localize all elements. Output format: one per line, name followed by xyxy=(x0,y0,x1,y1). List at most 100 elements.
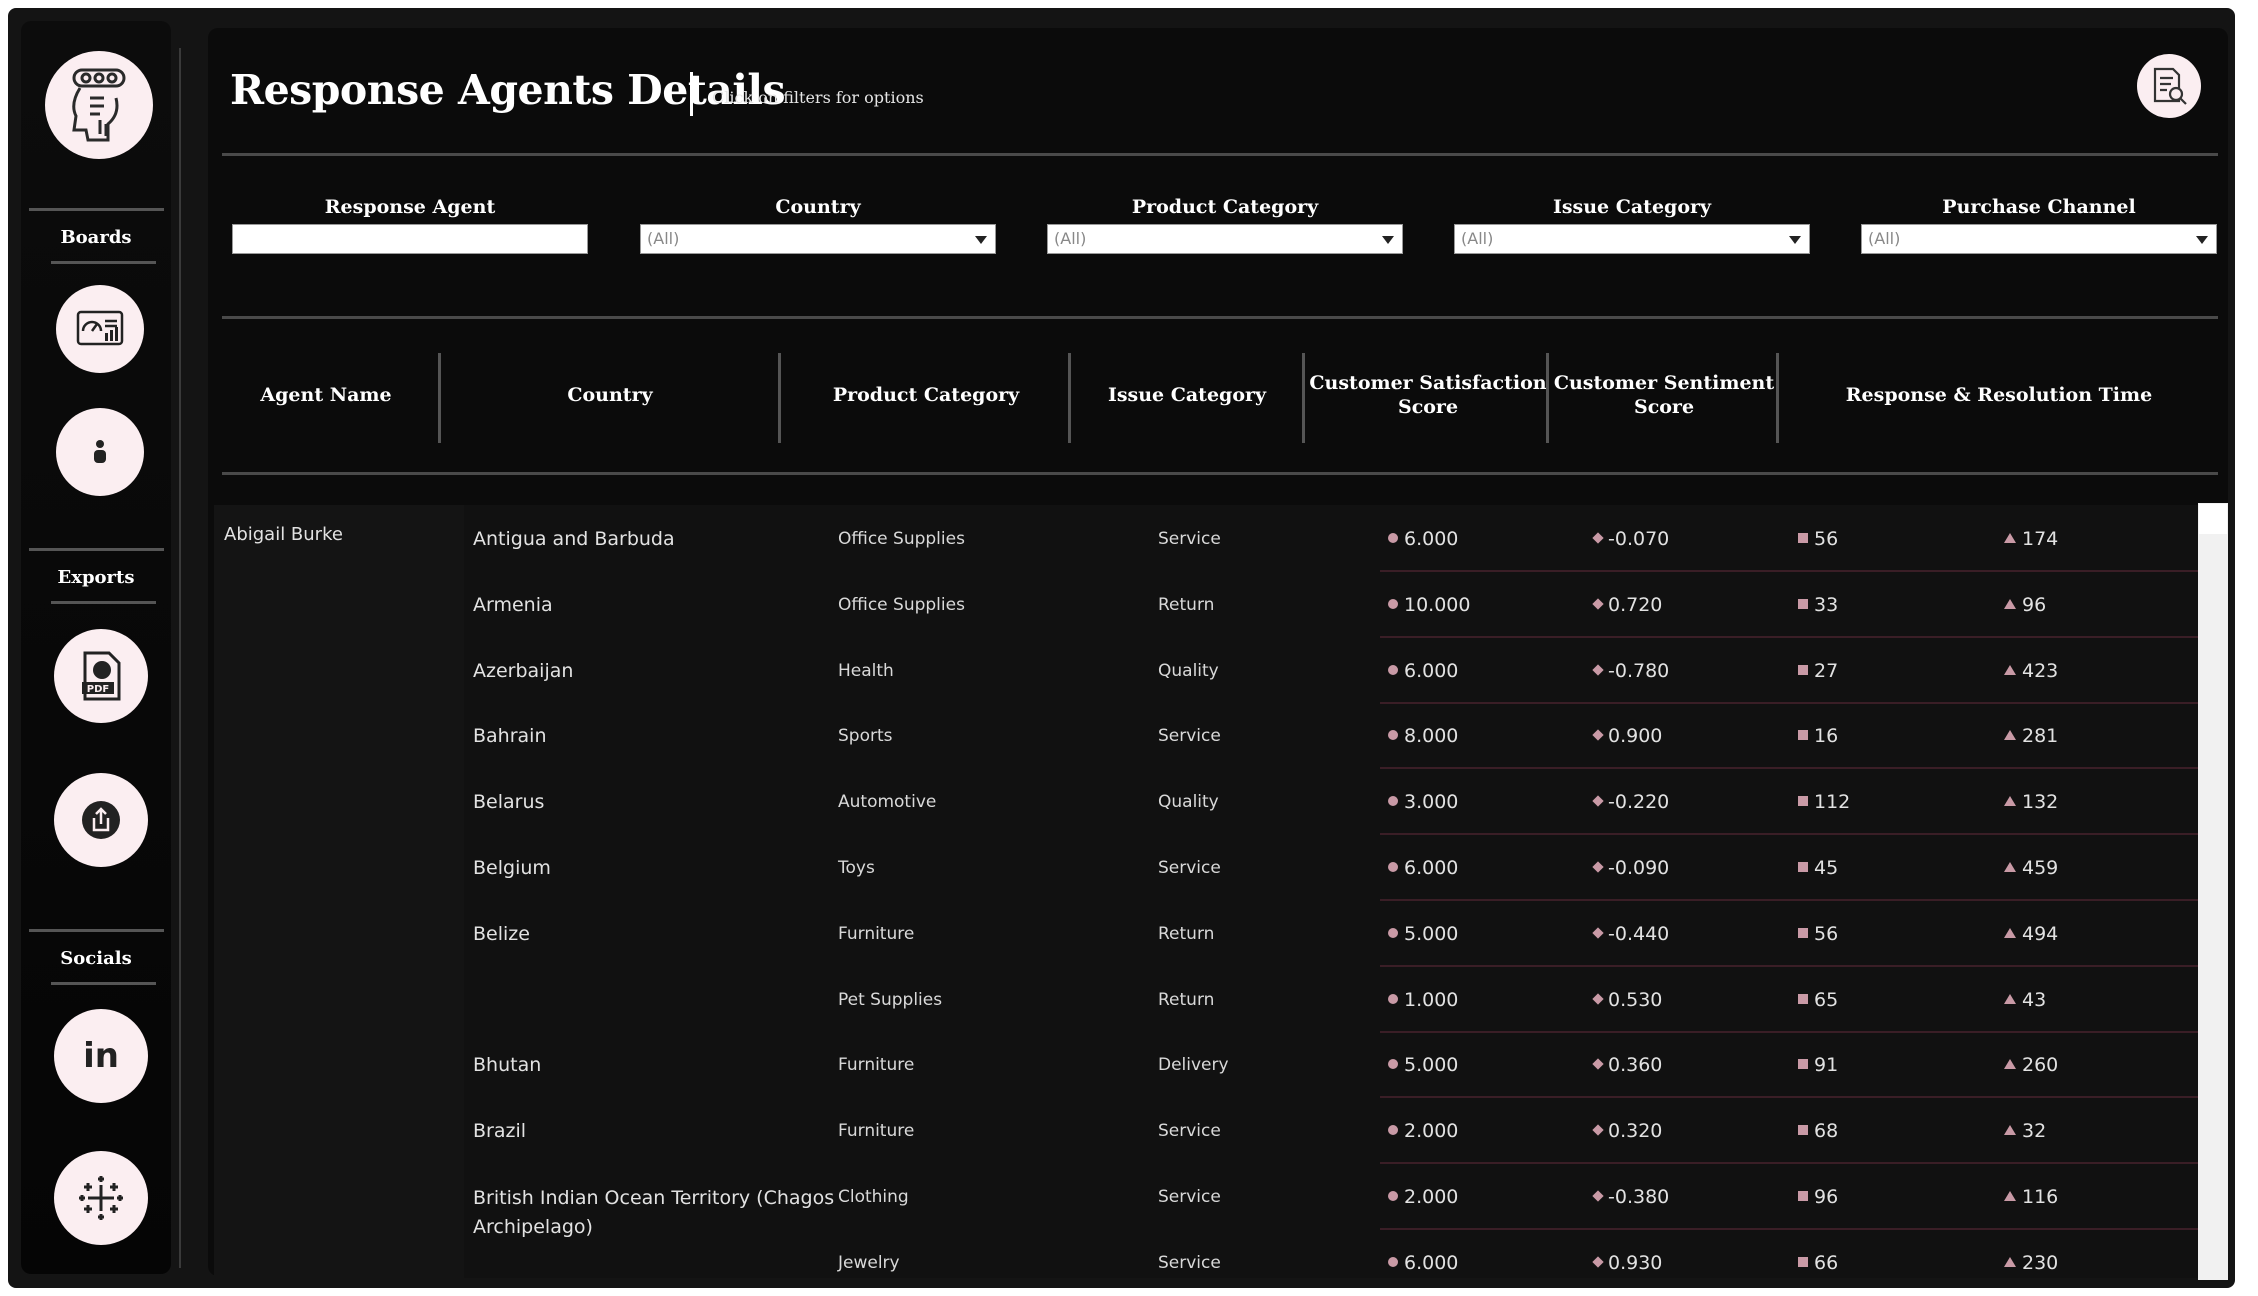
csat-score-cell[interactable]: 3.000 xyxy=(1388,791,1458,813)
issue-category-cell[interactable]: Quality xyxy=(1158,661,1219,681)
col-csat-score[interactable]: Customer Satisfaction Score xyxy=(1308,348,1548,442)
col-agent-name[interactable]: Agent Name xyxy=(222,348,430,442)
sentiment-score-cell[interactable]: 0.320 xyxy=(1592,1120,1662,1142)
dashboard-icon[interactable] xyxy=(56,285,144,373)
issue-category-cell[interactable]: Service xyxy=(1158,1187,1221,1207)
agent-name-cell[interactable]: Abigail Burke xyxy=(224,524,343,545)
sentiment-score-cell[interactable]: -0.780 xyxy=(1592,660,1669,682)
issue-category-cell[interactable]: Service xyxy=(1158,858,1221,878)
product-category-cell[interactable]: Toys xyxy=(838,858,875,878)
sentiment-score-cell[interactable]: -0.220 xyxy=(1592,791,1669,813)
issue-category-cell[interactable]: Return xyxy=(1158,990,1214,1010)
response-time-cell[interactable]: 112 xyxy=(1798,791,1850,813)
resolution-time-cell[interactable]: 174 xyxy=(2004,528,2058,550)
resolution-time-cell[interactable]: 230 xyxy=(2004,1252,2058,1274)
issue-category-dropdown[interactable]: (All) xyxy=(1454,224,1810,254)
sentiment-score-cell[interactable]: -0.440 xyxy=(1592,923,1669,945)
sentiment-score-cell[interactable]: 0.930 xyxy=(1592,1252,1662,1274)
csat-score-cell[interactable]: 2.000 xyxy=(1388,1186,1458,1208)
product-category-dropdown[interactable]: (All) xyxy=(1047,224,1403,254)
issue-category-cell[interactable]: Service xyxy=(1158,1253,1221,1273)
country-dropdown[interactable]: (All) xyxy=(640,224,996,254)
linkedin-icon[interactable]: in xyxy=(54,1009,148,1103)
country-cell[interactable]: Bahrain xyxy=(473,725,547,747)
share-icon[interactable] xyxy=(54,773,148,867)
col-issue-category[interactable]: Issue Category xyxy=(1072,348,1302,442)
country-cell[interactable]: Antigua and Barbuda xyxy=(473,528,675,550)
response-time-cell[interactable]: 56 xyxy=(1798,923,1838,945)
sentiment-score-cell[interactable]: 0.530 xyxy=(1592,989,1662,1011)
vertical-scrollbar[interactable] xyxy=(2198,503,2228,1280)
resolution-time-cell[interactable]: 132 xyxy=(2004,791,2058,813)
sentiment-score-cell[interactable]: -0.090 xyxy=(1592,857,1669,879)
response-time-cell[interactable]: 27 xyxy=(1798,660,1838,682)
pdf-icon[interactable]: PDF xyxy=(54,629,148,723)
resolution-time-cell[interactable]: 423 xyxy=(2004,660,2058,682)
sentiment-score-cell[interactable]: 0.360 xyxy=(1592,1054,1662,1076)
response-time-cell[interactable]: 56 xyxy=(1798,528,1838,550)
product-category-cell[interactable]: Clothing xyxy=(838,1187,909,1207)
agent-logo-icon[interactable] xyxy=(45,51,153,159)
csat-score-cell[interactable]: 2.000 xyxy=(1388,1120,1458,1142)
response-time-cell[interactable]: 68 xyxy=(1798,1120,1838,1142)
response-time-cell[interactable]: 91 xyxy=(1798,1054,1838,1076)
csat-score-cell[interactable]: 5.000 xyxy=(1388,923,1458,945)
person-icon[interactable] xyxy=(56,408,144,496)
csat-score-cell[interactable]: 6.000 xyxy=(1388,660,1458,682)
response-time-cell[interactable]: 45 xyxy=(1798,857,1838,879)
csat-score-cell[interactable]: 6.000 xyxy=(1388,1252,1458,1274)
product-category-cell[interactable]: Furniture xyxy=(838,1121,914,1141)
scrollbar-thumb[interactable] xyxy=(2199,504,2227,534)
purchase-channel-dropdown[interactable]: (All) xyxy=(1861,224,2217,254)
country-cell[interactable]: Belize xyxy=(473,923,530,945)
resolution-time-cell[interactable]: 116 xyxy=(2004,1186,2058,1208)
resolution-time-cell[interactable]: 260 xyxy=(2004,1054,2058,1076)
resolution-time-cell[interactable]: 96 xyxy=(2004,594,2046,616)
csat-score-cell[interactable]: 6.000 xyxy=(1388,857,1458,879)
country-cell[interactable]: Belgium xyxy=(473,857,551,879)
country-cell[interactable]: Armenia xyxy=(473,594,553,616)
sentiment-score-cell[interactable]: 0.720 xyxy=(1592,594,1662,616)
issue-category-cell[interactable]: Service xyxy=(1158,726,1221,746)
sentiment-score-cell[interactable]: 0.900 xyxy=(1592,725,1662,747)
search-document-icon[interactable] xyxy=(2137,54,2201,118)
csat-score-cell[interactable]: 8.000 xyxy=(1388,725,1458,747)
response-agent-input[interactable] xyxy=(232,224,588,254)
country-cell[interactable]: Bhutan xyxy=(473,1054,541,1076)
product-category-cell[interactable]: Furniture xyxy=(838,924,914,944)
issue-category-cell[interactable]: Delivery xyxy=(1158,1055,1229,1075)
response-time-cell[interactable]: 33 xyxy=(1798,594,1838,616)
country-cell[interactable]: Belarus xyxy=(473,791,544,813)
response-time-cell[interactable]: 65 xyxy=(1798,989,1838,1011)
product-category-cell[interactable]: Furniture xyxy=(838,1055,914,1075)
col-country[interactable]: Country xyxy=(442,348,778,442)
col-sentiment-score[interactable]: Customer Sentiment Score xyxy=(1550,348,1778,442)
issue-category-cell[interactable]: Return xyxy=(1158,595,1214,615)
csat-score-cell[interactable]: 5.000 xyxy=(1388,1054,1458,1076)
issue-category-cell[interactable]: Service xyxy=(1158,1121,1221,1141)
issue-category-cell[interactable]: Quality xyxy=(1158,792,1219,812)
country-cell[interactable]: Brazil xyxy=(473,1120,526,1142)
product-category-cell[interactable]: Pet Supplies xyxy=(838,990,942,1010)
product-category-cell[interactable]: Jewelry xyxy=(838,1253,900,1273)
response-time-cell[interactable]: 66 xyxy=(1798,1252,1838,1274)
sentiment-score-cell[interactable]: -0.380 xyxy=(1592,1186,1669,1208)
resolution-time-cell[interactable]: 32 xyxy=(2004,1120,2046,1142)
product-category-cell[interactable]: Office Supplies xyxy=(838,529,965,549)
csat-score-cell[interactable]: 1.000 xyxy=(1388,989,1458,1011)
product-category-cell[interactable]: Health xyxy=(838,661,894,681)
issue-category-cell[interactable]: Service xyxy=(1158,529,1221,549)
product-category-cell[interactable]: Automotive xyxy=(838,792,936,812)
resolution-time-cell[interactable]: 459 xyxy=(2004,857,2058,879)
country-cell[interactable]: Azerbaijan xyxy=(473,660,573,682)
col-product-category[interactable]: Product Category xyxy=(782,348,1070,442)
csat-score-cell[interactable]: 6.000 xyxy=(1388,528,1458,550)
tableau-icon[interactable] xyxy=(54,1151,148,1245)
product-category-cell[interactable]: Office Supplies xyxy=(838,595,965,615)
response-time-cell[interactable]: 16 xyxy=(1798,725,1838,747)
product-category-cell[interactable]: Sports xyxy=(838,726,893,746)
response-time-cell[interactable]: 96 xyxy=(1798,1186,1838,1208)
resolution-time-cell[interactable]: 281 xyxy=(2004,725,2058,747)
col-response-resolution-time[interactable]: Response & Resolution Time xyxy=(1780,348,2218,442)
resolution-time-cell[interactable]: 43 xyxy=(2004,989,2046,1011)
